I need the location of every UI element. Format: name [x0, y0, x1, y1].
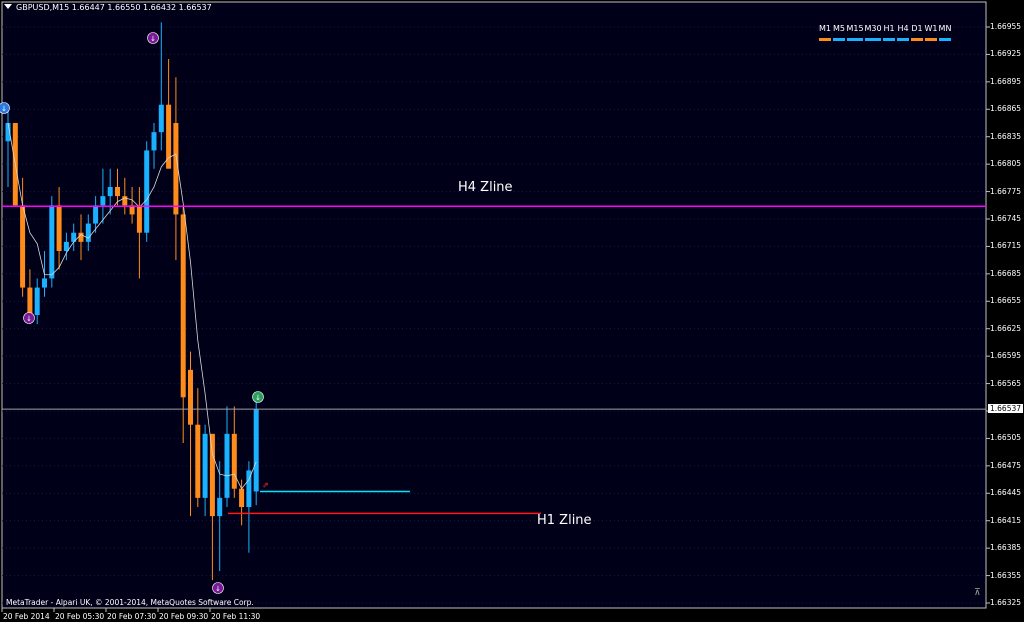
y-tick-label: 1.66655: [990, 296, 1022, 306]
h4-zline-label: H4 Zline: [458, 180, 513, 195]
timeframe-indicator: [819, 38, 831, 41]
timeframe-label: D1: [911, 24, 923, 33]
candle-body: [34, 287, 40, 315]
candle-body: [100, 196, 106, 206]
h1-zline-label: H1 Zline: [537, 513, 592, 528]
candle-body: [224, 433, 230, 498]
fractal-bottom-icon-glyph: ↓: [26, 315, 32, 323]
y-tick-label: 1.66955: [990, 22, 1022, 31]
timeframe-label: M1: [819, 24, 831, 33]
y-tick-label: 1.66925: [990, 49, 1022, 59]
candle-body: [42, 278, 47, 288]
dropdown-triangle-icon[interactable]: [4, 4, 12, 9]
timeframe-label: H4: [897, 24, 909, 33]
y-tick-label: 1.66565: [990, 378, 1022, 388]
signal-left-icon-glyph: ↓: [1, 105, 7, 113]
timeframe-indicator: [897, 38, 909, 41]
y-tick-label: 1.66475: [990, 460, 1022, 470]
copyright-text: MetaTrader - Alpari UK, © 2001-2014, Met…: [6, 598, 254, 607]
timeframe-indicator: [847, 38, 863, 41]
y-tick-label: 1.66685: [990, 268, 1022, 278]
candle-body: [78, 232, 84, 242]
timeframe-indicator: [883, 38, 895, 41]
candle-body: [173, 123, 179, 215]
candle-body: [115, 187, 120, 197]
candle-body: [209, 433, 215, 517]
candle-body: [158, 104, 164, 133]
y-tick-label: 1.66715: [990, 241, 1022, 251]
timeframe-indicator: [939, 38, 951, 41]
y-tick-label: 1.66775: [990, 186, 1022, 196]
y-tick-label: 1.66355: [990, 570, 1022, 580]
timeframe-label: MN: [938, 24, 952, 33]
timeframe-mn: MN: [938, 24, 952, 41]
timeframe-w1: W1: [924, 24, 938, 41]
timeframe-panel: M1 M5 M15 M30 H1 H4 D1 W1 MN: [818, 24, 952, 41]
candle-body: [144, 150, 150, 233]
current-price-label: 1.66537: [988, 404, 1024, 414]
timeframe-label: M5: [833, 24, 845, 33]
candle-body: [93, 205, 99, 224]
timeframe-label: W1: [924, 24, 938, 33]
y-tick-label: 1.66385: [990, 543, 1022, 553]
timeframe-m15: M15: [846, 24, 864, 41]
y-tick-label: 1.66415: [990, 515, 1022, 525]
timeframe-indicator: [833, 38, 845, 41]
x-tick-label: 20 Feb 2014: [3, 612, 50, 621]
candle-body: [195, 424, 201, 498]
candle-body: [166, 104, 172, 169]
plot-area: [1, 1, 987, 609]
timeframe-h1: H1: [882, 24, 896, 41]
candle-body: [188, 369, 193, 425]
candle-body: [85, 223, 91, 242]
timeframe-m5: M5: [832, 24, 846, 41]
symbol-info: GBPUSD,M15 1.66447 1.66550 1.66432 1.665…: [16, 3, 212, 12]
price-chart[interactable]: ⇗ ↓ ↓ ↓ ↓ ↓: [0, 0, 1024, 622]
timeframe-d1: D1: [910, 24, 924, 41]
candle-body: [217, 497, 223, 517]
arrow-marker-icon: ⇗: [262, 480, 269, 489]
timeframe-h4: H4: [896, 24, 910, 41]
y-tick-label: 1.66745: [990, 214, 1022, 223]
y-tick-label: 1.66325: [990, 598, 1022, 607]
y-tick-label: 1.66865: [990, 104, 1022, 114]
y-tick-label: 1.66505: [990, 433, 1022, 443]
y-tick-label: 1.66805: [990, 159, 1022, 169]
timeframe-label: M30: [864, 24, 882, 33]
candle-body: [107, 187, 113, 197]
fractal-top-icon-glyph: ↓: [150, 35, 156, 43]
candle-body: [56, 205, 62, 251]
candle-body: [151, 132, 157, 151]
timeframe-indicator: [925, 38, 937, 41]
candle-body: [27, 287, 33, 315]
candle-body: [136, 205, 142, 233]
timeframe-label: H1: [883, 24, 895, 33]
x-tick-label: 20 Feb 09:30: [159, 612, 209, 621]
timeframe-indicator: [865, 38, 881, 41]
timeframe-m30: M30: [864, 24, 882, 41]
x-tick-label: 20 Feb 05:30: [55, 612, 105, 621]
timeframe-m1: M1: [818, 24, 832, 41]
y-tick-label: 1.66445: [990, 488, 1022, 498]
y-tick-label: 1.66595: [990, 351, 1022, 361]
timeframe-label: M15: [846, 24, 864, 33]
candle-body: [180, 214, 186, 398]
candle-body: [20, 205, 26, 288]
chart-header: GBPUSD,M15 1.66447 1.66550 1.66432 1.665…: [4, 3, 212, 12]
candle-body: [253, 409, 259, 492]
y-tick-label: 1.66625: [990, 323, 1022, 333]
x-tick-label: 20 Feb 07:30: [107, 612, 157, 621]
y-tick-label: 1.66895: [990, 76, 1022, 86]
chart-shift-icon[interactable]: ⊼: [974, 588, 981, 598]
candle-body: [231, 433, 237, 489]
candle-body: [239, 488, 245, 507]
y-tick-label: 1.66835: [990, 131, 1022, 141]
x-tick-label: 20 Feb 11:30: [211, 612, 261, 621]
candle-body: [202, 433, 208, 498]
signal-up-icon-glyph: ↓: [255, 394, 261, 402]
fractal-low-icon-glyph: ↓: [215, 585, 221, 593]
timeframe-indicator: [911, 38, 923, 41]
candle-body: [122, 196, 128, 206]
candle-body: [49, 205, 55, 279]
